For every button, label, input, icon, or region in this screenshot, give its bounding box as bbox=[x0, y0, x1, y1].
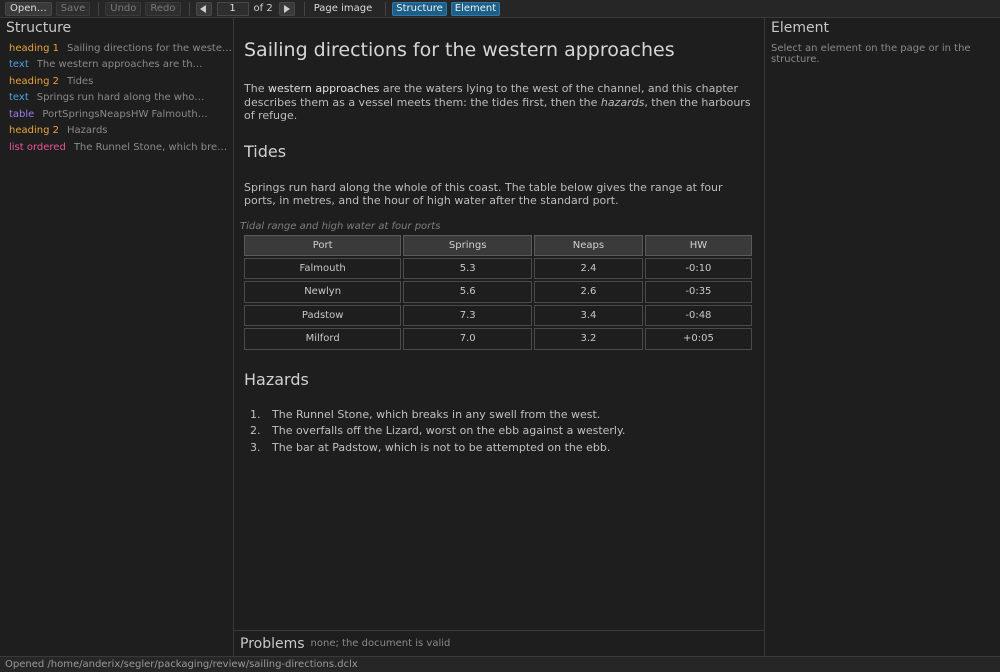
table-header-row: Port Springs Neaps HW bbox=[244, 234, 752, 256]
list-item-number: 3. bbox=[250, 440, 261, 454]
table-cell[interactable]: -0:35 bbox=[644, 281, 752, 303]
table-cell[interactable]: Falmouth bbox=[244, 257, 402, 279]
table-cell[interactable]: -0:48 bbox=[644, 304, 752, 326]
tree-item-kind: text bbox=[9, 59, 29, 71]
app-window: Open… Save Undo Redo of 2 Page image Str… bbox=[0, 0, 1000, 672]
tides-paragraph[interactable]: Springs run hard along the whole of this… bbox=[244, 181, 754, 208]
intro-emphasis: hazards bbox=[600, 95, 645, 109]
table-row: Newlyn 5.6 2.6 -0:35 bbox=[244, 281, 752, 303]
tree-item-text: PortSpringsNeapsHW Falmouth5.32.4-0:10 bbox=[42, 108, 212, 120]
problems-text: none; the document is valid bbox=[310, 638, 451, 649]
list-item[interactable]: 3. The bar at Padstow, which is not to be… bbox=[244, 440, 754, 457]
page-number-input[interactable] bbox=[216, 1, 249, 16]
hazards-list[interactable]: 1. The Runnel Stone, which breaks in any … bbox=[244, 407, 754, 457]
redo-button[interactable]: Redo bbox=[145, 1, 181, 16]
intro-strong: western approaches bbox=[267, 82, 380, 95]
intro-paragraph[interactable]: The western approaches are the waters ly… bbox=[244, 82, 754, 123]
tree-item-text: Springs run hard along the whole of this… bbox=[36, 92, 207, 104]
structure-tree-item[interactable]: heading 2 Tides bbox=[0, 73, 233, 90]
tree-item-kind: heading 2 bbox=[9, 125, 59, 137]
tree-item-text: Hazards bbox=[66, 125, 108, 137]
table-header-cell: Port bbox=[244, 234, 402, 256]
triangle-right-icon bbox=[284, 4, 291, 13]
tree-item-kind: heading 1 bbox=[9, 42, 59, 54]
intro-text-pre: The bbox=[244, 82, 268, 95]
page-count: of 2 bbox=[253, 3, 273, 14]
structure-panel: Structure heading 1 Sailing directions fo… bbox=[0, 18, 234, 656]
table-body: Falmouth 5.3 2.4 -0:10 Newlyn 5.6 2.6 -0:35 Pads… bbox=[244, 257, 752, 350]
table-cell[interactable]: -0:10 bbox=[644, 257, 752, 279]
element-toggle[interactable]: Element bbox=[450, 1, 501, 16]
list-item-text: The Runnel Stone, which breaks in any sw… bbox=[272, 407, 601, 421]
toolbar-divider bbox=[98, 1, 100, 16]
tree-item-kind: list ordered bbox=[9, 141, 66, 153]
undo-button[interactable]: Undo bbox=[105, 1, 142, 16]
table-cell[interactable]: 5.3 bbox=[403, 257, 533, 279]
page-image-button[interactable]: Page image bbox=[311, 3, 376, 14]
hazards-heading[interactable]: Hazards bbox=[244, 370, 754, 390]
problems-panel: Problems none; the document is valid bbox=[234, 630, 764, 656]
table-cell[interactable]: +0:05 bbox=[644, 328, 752, 350]
table-header-cell: HW bbox=[644, 234, 752, 256]
open-button[interactable]: Open… bbox=[5, 1, 52, 16]
structure-tree-item[interactable]: heading 1 Sailing directions for the west… bbox=[0, 40, 233, 57]
document-title[interactable]: Sailing directions for the western appro… bbox=[244, 38, 754, 62]
toolbar: Open… Save Undo Redo of 2 Page image Str… bbox=[0, 0, 1000, 18]
structure-tree: heading 1 Sailing directions for the west… bbox=[0, 40, 233, 156]
element-panel-hint: Select an element on the page or in the … bbox=[771, 43, 971, 65]
tree-item-kind: table bbox=[9, 108, 35, 120]
structure-tree-item[interactable]: list ordered The Runnel Stone, which brea… bbox=[0, 139, 233, 156]
prev-page-button[interactable] bbox=[195, 1, 212, 16]
table-cell[interactable]: Padstow bbox=[244, 304, 402, 326]
toolbar-divider bbox=[303, 1, 305, 16]
next-page-button[interactable] bbox=[278, 1, 295, 16]
table-row: Milford 7.0 3.2 +0:05 bbox=[244, 328, 752, 350]
table-header-cell: Neaps bbox=[534, 234, 643, 256]
save-button[interactable]: Save bbox=[55, 1, 91, 16]
toolbar-divider bbox=[188, 1, 190, 16]
status-bar: Opened /home/anderix/segler/packaging/re… bbox=[0, 656, 1000, 672]
table-cell[interactable]: 2.4 bbox=[534, 257, 643, 279]
structure-tree-item[interactable]: text Springs run hard along the whole of … bbox=[0, 90, 233, 107]
table-header-cell: Springs bbox=[403, 234, 533, 256]
tree-item-text: Tides bbox=[66, 75, 94, 87]
table-cell[interactable]: 5.6 bbox=[403, 281, 533, 303]
list-item-number: 2. bbox=[250, 424, 261, 437]
list-item-text: The bar at Padstow, which is not to be a… bbox=[272, 440, 611, 454]
table-cell[interactable]: 2.6 bbox=[534, 281, 643, 303]
table-caption: Tidal range and high water at four ports bbox=[240, 220, 441, 232]
triangle-left-icon bbox=[200, 4, 207, 13]
element-panel: Element Select an element on the page or… bbox=[764, 18, 1000, 656]
document-view: Sailing directions for the western appro… bbox=[234, 18, 764, 630]
table-cell[interactable]: 3.2 bbox=[534, 328, 643, 350]
tree-item-kind: text bbox=[9, 92, 29, 104]
table-row: Padstow 7.3 3.4 -0:48 bbox=[244, 304, 752, 326]
structure-panel-title: Structure bbox=[6, 20, 72, 36]
tides-table[interactable]: Port Springs Neaps HW Falmouth 5.3 2.4 -0:1… bbox=[242, 233, 754, 352]
table-cell[interactable]: 7.3 bbox=[403, 304, 533, 326]
table-cell[interactable]: 3.4 bbox=[534, 304, 643, 326]
table-cell[interactable]: Milford bbox=[244, 328, 402, 350]
list-item[interactable]: 1. The Runnel Stone, which breaks in any … bbox=[244, 407, 754, 424]
element-panel-title: Element bbox=[771, 20, 829, 36]
tree-item-kind: heading 2 bbox=[9, 75, 59, 87]
list-item-text: The overfalls off the Lizard, worst on t… bbox=[272, 424, 626, 437]
structure-toggle[interactable]: Structure bbox=[392, 1, 447, 16]
structure-tree-item[interactable]: text The western approaches are the water… bbox=[0, 57, 233, 74]
list-item-number: 1. bbox=[250, 407, 261, 421]
tides-heading[interactable]: Tides bbox=[244, 142, 754, 162]
tree-item-text: The western approaches are the waters ly… bbox=[36, 59, 207, 71]
table-cell[interactable]: Newlyn bbox=[244, 281, 402, 303]
tree-item-text: Sailing directions for the western appro… bbox=[66, 42, 233, 54]
toolbar-divider bbox=[385, 1, 387, 16]
table-cell[interactable]: 7.0 bbox=[403, 328, 533, 350]
structure-tree-item[interactable]: heading 2 Hazards bbox=[0, 123, 233, 140]
problems-title: Problems bbox=[240, 635, 305, 652]
list-item[interactable]: 2. The overfalls off the Lizard, worst on… bbox=[244, 423, 754, 440]
table-row: Falmouth 5.3 2.4 -0:10 bbox=[244, 257, 752, 279]
tree-item-text: The Runnel Stone, which breaks in any sw… bbox=[73, 141, 233, 153]
structure-tree-item[interactable]: table PortSpringsNeapsHW Falmouth5.32.4-0… bbox=[0, 106, 233, 123]
